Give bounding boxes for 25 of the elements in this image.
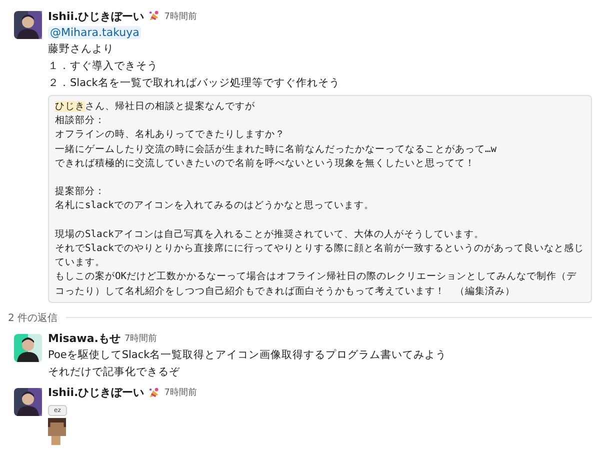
code-text: さん、帰社日の相談と提案なんですが	[85, 101, 255, 112]
timestamp[interactable]: 7時間前	[164, 10, 197, 22]
message-text: Poeを駆使してSlack名一覧取得とアイコン画像取得するプログラム書いてみよう	[48, 348, 448, 363]
mention-link[interactable]: @Mihara.takuya	[48, 26, 142, 39]
message-text: 藤野さんより	[48, 42, 115, 57]
code-text: 現場のSlackアイコンは自己写真を入れることが推奨されていて、大体の人がそうしています。	[55, 228, 485, 242]
message-text: ２．Slack名を一覧で取れればバッジ処理等ですぐ作れそう	[48, 76, 341, 91]
reply-count: 2 件の返信	[8, 312, 58, 325]
code-text: それでSlackでのやりとりから直接席にに行ってやりとりする際に顔と名前が一致するというのがあって良いなと感じています。	[55, 242, 585, 270]
timestamp[interactable]: 7時間前	[124, 332, 158, 346]
mention-highlight[interactable]: ひじき	[55, 101, 85, 112]
code-text: オフラインの時、名札ありってできたりしますか？	[55, 128, 286, 142]
code-text: 提案部分：	[55, 185, 106, 200]
message-text: １．すぐ導入できそう	[48, 59, 159, 74]
code-text: 相談部分：	[55, 114, 106, 128]
author-name[interactable]: Ishii.ひじきぼーい	[48, 385, 144, 400]
code-text: もしこの案がOKだけど工数かかるなーって場合はオフライン帰社日の際のレクリエーションとしてみんなで制作（デコったり）して名札紹介をしつつ自己紹介もできれば面白そうかもって考えています！ （編集済み）	[55, 270, 578, 299]
timestamp[interactable]: 7時間前	[164, 386, 197, 400]
block-head-drawing	[48, 418, 66, 445]
author-name[interactable]: Ishii.ひじきぼーい	[48, 8, 144, 24]
code-text: できれば積極的に交流していきたいので名前を呼べないという現象を無くしたいと思ってて！	[55, 156, 476, 171]
code-text: 一緒にゲームしたり交流の時に会話が生まれた時に名前なんだったかなーってなることがあって…w	[55, 142, 498, 157]
message-text: それだけで記事化できるぞ	[48, 364, 181, 380]
code-text: 名札にslackでのアイコンを入れてみるのはどうかなと思っています。	[55, 199, 375, 214]
author-name[interactable]: Misawa.もせ	[48, 331, 120, 346]
